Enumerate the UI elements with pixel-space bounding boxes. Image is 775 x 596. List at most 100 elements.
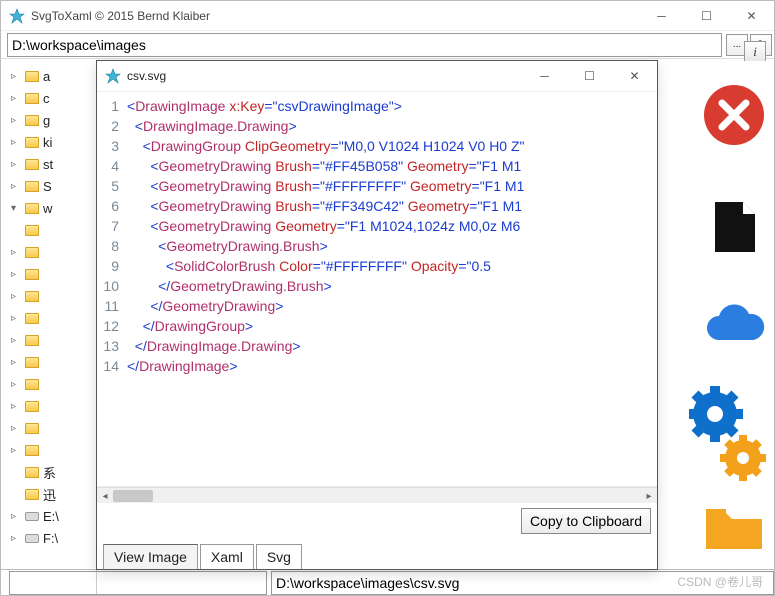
twisty-icon[interactable]: ▹ (11, 247, 21, 258)
tree-row[interactable]: ▹ (11, 395, 96, 417)
code-line[interactable]: <DrawingImage.Drawing> (127, 116, 657, 136)
child-minimize-button[interactable]: ─ (522, 61, 567, 91)
scroll-thumb[interactable] (113, 490, 153, 502)
twisty-icon[interactable]: ▹ (11, 313, 21, 324)
info-button[interactable]: i (744, 41, 766, 63)
tree-row[interactable]: ▹ki (11, 131, 96, 153)
tree-row[interactable]: ▹ F:\ (11, 527, 96, 549)
preview-close-icon[interactable] (698, 79, 770, 151)
tree-row[interactable]: ▹c (11, 87, 96, 109)
code-line[interactable]: </DrawingImage.Drawing> (127, 336, 657, 356)
preview-folder-icon[interactable] (698, 491, 770, 563)
tab-svg[interactable]: Svg (256, 544, 302, 569)
tree-row[interactable]: ▹ (11, 307, 96, 329)
code-line[interactable]: <GeometryDrawing.Brush> (127, 236, 657, 256)
tree-row[interactable]: ▹g (11, 109, 96, 131)
tab-view-image[interactable]: View Image (103, 544, 198, 569)
twisty-icon[interactable]: ▹ (11, 423, 21, 434)
twisty-icon[interactable]: ▹ (11, 93, 21, 104)
folder-icon (25, 489, 39, 500)
tree-row[interactable]: ▹ (11, 351, 96, 373)
twisty-icon[interactable]: ▹ (11, 379, 21, 390)
tree-label: a (43, 69, 50, 84)
folder-icon (25, 115, 39, 126)
close-button[interactable]: ✕ (729, 1, 774, 31)
app-icon (105, 68, 121, 84)
folder-icon (25, 423, 39, 434)
code-line[interactable]: </GeometryDrawing> (127, 296, 657, 316)
tree-row[interactable]: ▹ (11, 329, 96, 351)
drive-icon (25, 534, 39, 543)
folder-icon (25, 203, 39, 214)
child-maximize-button[interactable]: ☐ (567, 61, 612, 91)
path-input[interactable] (7, 33, 722, 57)
folder-icon (25, 247, 39, 258)
twisty-icon[interactable]: ▹ (11, 511, 21, 522)
code-line[interactable]: </DrawingGroup> (127, 316, 657, 336)
tree-row[interactable]: 迅 (11, 483, 96, 505)
folder-icon (25, 181, 39, 192)
tree-row[interactable]: ▹ (11, 417, 96, 439)
folder-icon (25, 137, 39, 148)
preview-file-icon[interactable] (698, 191, 770, 263)
twisty-icon[interactable]: ▹ (11, 335, 21, 346)
tree-row[interactable]: ▹ (11, 285, 96, 307)
folder-icon (25, 159, 39, 170)
code-lines[interactable]: <DrawingImage x:Key="csvDrawingImage"> <… (125, 92, 657, 486)
tree-row[interactable]: ▹a (11, 65, 96, 87)
scroll-right-icon[interactable]: ▸ (641, 488, 657, 504)
tree-row[interactable]: ▾w (11, 197, 96, 219)
minimize-button[interactable]: ─ (639, 1, 684, 31)
tree-row[interactable]: ▹ (11, 373, 96, 395)
twisty-icon[interactable]: ▹ (11, 71, 21, 82)
tree-row[interactable]: ▹S (11, 175, 96, 197)
twisty-icon[interactable]: ▹ (11, 445, 21, 456)
tabs-row: View ImageXamlSvg (97, 539, 657, 569)
folder-tree[interactable]: ▹a▹c▹g▹ki▹st▹S▾w▹▹▹▹▹▹▹▹▹▹系迅▹E:\▹F:\ (1, 61, 97, 595)
twisty-icon[interactable]: ▹ (11, 137, 21, 148)
twisty-icon[interactable]: ▹ (11, 269, 21, 280)
scroll-left-icon[interactable]: ◂ (97, 488, 113, 504)
tree-row[interactable]: ▹E:\ (11, 505, 96, 527)
twisty-icon[interactable]: ▹ (11, 159, 21, 170)
tree-label: c (43, 91, 50, 106)
horizontal-scrollbar[interactable]: ◂ ▸ (97, 487, 657, 503)
tree-row[interactable]: ▹ (11, 263, 96, 285)
child-close-button[interactable]: ✕ (612, 61, 657, 91)
tree-row[interactable]: ▹ (11, 439, 96, 461)
folder-icon (25, 467, 39, 478)
code-area[interactable]: 1234567891011121314 <DrawingImage x:Key=… (97, 91, 657, 487)
preview-gear-icon[interactable] (688, 381, 770, 491)
code-line[interactable]: <DrawingImage x:Key="csvDrawingImage"> (127, 96, 657, 116)
code-line[interactable]: <GeometryDrawing Brush="#FF349C42" Geome… (127, 196, 657, 216)
code-line[interactable]: <GeometryDrawing Brush="#FFFFFFFF" Geome… (127, 176, 657, 196)
folder-icon (25, 379, 39, 390)
twisty-icon[interactable]: ▹ (11, 401, 21, 412)
code-line[interactable]: <DrawingGroup ClipGeometry="M0,0 V1024 H… (127, 136, 657, 156)
preview-cloud-icon[interactable] (698, 289, 770, 361)
code-line[interactable]: <GeometryDrawing Geometry="F1 M1024,1024… (127, 216, 657, 236)
tree-label: F:\ (43, 531, 58, 546)
twisty-icon[interactable]: ▹ (11, 115, 21, 126)
tree-row[interactable] (11, 219, 96, 241)
folder-icon (25, 335, 39, 346)
twisty-icon[interactable]: ▹ (11, 533, 21, 544)
twisty-icon[interactable]: ▾ (11, 203, 21, 214)
code-line[interactable]: <SolidColorBrush Color="#FFFFFFFF" Opaci… (127, 256, 657, 276)
code-line[interactable]: </GeometryDrawing.Brush> (127, 276, 657, 296)
twisty-icon[interactable]: ▹ (11, 181, 21, 192)
twisty-icon[interactable]: ▹ (11, 357, 21, 368)
code-line[interactable]: <GeometryDrawing Brush="#FF45B058" Geome… (127, 156, 657, 176)
tab-xaml[interactable]: Xaml (200, 544, 254, 569)
tree-row[interactable]: ▹ st (11, 153, 96, 175)
tree-label: st (43, 157, 53, 172)
code-line[interactable]: </DrawingImage> (127, 356, 657, 376)
maximize-button[interactable]: ☐ (684, 1, 729, 31)
code-titlebar[interactable]: csv.svg ─ ☐ ✕ (97, 61, 657, 91)
tree-row[interactable]: 系 (11, 461, 96, 483)
drop-zone[interactable] (9, 571, 267, 595)
copy-to-clipboard-button[interactable]: Copy to Clipboard (521, 508, 651, 534)
tree-row[interactable]: ▹ (11, 241, 96, 263)
tree-label: 系 (43, 463, 56, 482)
twisty-icon[interactable]: ▹ (11, 291, 21, 302)
